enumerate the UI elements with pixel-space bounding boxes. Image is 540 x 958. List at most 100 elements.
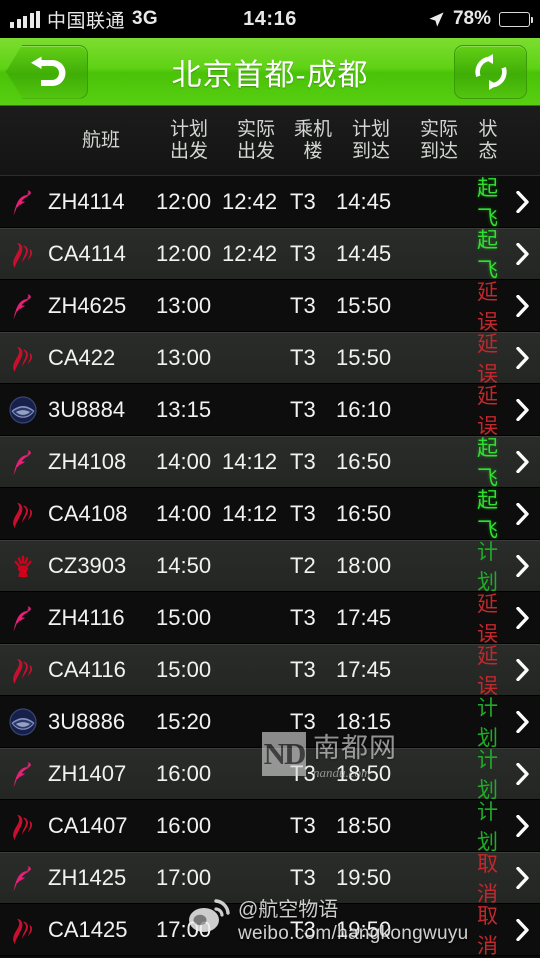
flight-number: CZ3903 — [48, 552, 127, 578]
signal-bars-icon — [10, 10, 40, 28]
air-china-logo — [0, 343, 46, 373]
shenzhen-airlines-logo — [0, 759, 46, 789]
chevron-right-icon — [515, 450, 529, 473]
header-planned-departure-line1: 计划 — [169, 118, 208, 140]
location-arrow-icon — [429, 11, 444, 27]
chevron-right-icon — [515, 346, 529, 369]
status-badge: 起飞 — [477, 228, 498, 282]
row-disclosure-chevron[interactable] — [504, 918, 540, 941]
terminal-label: T3 — [290, 760, 316, 786]
flight-number: CA4116 — [48, 656, 126, 682]
planned-arrival-time: 16:10 — [336, 396, 392, 422]
row-disclosure-chevron[interactable] — [504, 398, 540, 421]
header-planned-departure: 计划 出发 — [156, 119, 222, 163]
planned-departure-time: 16:00 — [156, 812, 212, 838]
chevron-right-icon — [515, 242, 529, 265]
flight-row[interactable]: CA422 13:00 T3 15:50 延误 — [0, 332, 540, 386]
flight-list: ZH4114 12:00 12:42 T3 14:45 起飞 CA4114 12:00 12:4… — [0, 176, 540, 958]
battery-percent-label: 78% — [452, 8, 491, 29]
planned-arrival-time: 18:00 — [336, 552, 392, 578]
row-disclosure-chevron[interactable] — [504, 658, 540, 681]
header-planned-arrival: 计划 到达 — [336, 119, 406, 163]
flight-row[interactable]: ZH4108 14:00 14:12 T3 16:50 起飞 — [0, 436, 540, 490]
flight-number: CA422 — [48, 344, 116, 370]
terminal-label: T3 — [290, 864, 316, 890]
header-status: 状态 — [478, 118, 498, 162]
planned-departure-time: 13:00 — [156, 344, 212, 370]
row-disclosure-chevron[interactable] — [504, 606, 540, 629]
sichuan-airlines-logo — [0, 707, 46, 737]
terminal-label: T2 — [290, 552, 316, 578]
planned-departure-time: 14:00 — [156, 500, 212, 526]
status-badge: 取消 — [477, 852, 498, 906]
flight-row[interactable]: CA1425 17:00 T3 19:50 取消 — [0, 904, 540, 958]
status-badge: 起飞 — [477, 436, 498, 490]
flight-row[interactable]: ZH4116 15:00 T3 17:45 延误 — [0, 592, 540, 646]
planned-arrival-time: 18:50 — [336, 760, 392, 786]
planned-departure-time: 14:00 — [156, 448, 212, 474]
row-disclosure-chevron[interactable] — [504, 502, 540, 525]
row-disclosure-chevron[interactable] — [504, 190, 540, 213]
planned-arrival-time: 18:50 — [336, 812, 392, 838]
flight-number: CA4108 — [48, 500, 128, 526]
planned-arrival-time: 19:50 — [336, 864, 392, 890]
flight-row[interactable]: ZH4114 12:00 12:42 T3 14:45 起飞 — [0, 176, 540, 230]
planned-arrival-time: 15:50 — [336, 344, 392, 370]
chevron-right-icon — [515, 294, 529, 317]
planned-departure-time: 15:00 — [156, 604, 212, 630]
planned-departure-time: 15:20 — [156, 708, 212, 734]
flight-row[interactable]: CA4114 12:00 12:42 T3 14:45 起飞 — [0, 228, 540, 282]
back-button[interactable] — [6, 44, 88, 99]
row-disclosure-chevron[interactable] — [504, 346, 540, 369]
chevron-right-icon — [515, 710, 529, 733]
refresh-icon — [474, 53, 507, 90]
header-planned-arrival-line1: 计划 — [351, 118, 390, 140]
planned-departure-time: 13:00 — [156, 292, 212, 318]
header-actual-departure-line1: 实际 — [236, 118, 275, 140]
flight-row[interactable]: CA4116 15:00 T3 17:45 延误 — [0, 644, 540, 698]
navigation-bar: 北京首都-成都 — [0, 38, 540, 106]
flight-row[interactable]: 3U8886 15:20 T3 18:15 计划 — [0, 696, 540, 750]
planned-departure-time: 12:00 — [156, 188, 212, 214]
planned-arrival-time: 14:45 — [336, 240, 392, 266]
row-disclosure-chevron[interactable] — [504, 242, 540, 265]
flight-row[interactable]: ZH1425 17:00 T3 19:50 取消 — [0, 852, 540, 906]
planned-departure-time: 13:15 — [156, 396, 212, 422]
status-badge: 计划 — [477, 748, 498, 802]
flight-number: ZH4108 — [48, 448, 127, 474]
planned-departure-time: 14:50 — [156, 552, 212, 578]
header-terminal-line1: 乘机 — [293, 118, 332, 140]
flight-row[interactable]: 3U8884 13:15 T3 16:10 延误 — [0, 384, 540, 438]
actual-departure-time: 14:12 — [222, 448, 278, 474]
flight-number: 3U8886 — [48, 708, 126, 734]
flight-row[interactable]: CA1407 16:00 T3 18:50 计划 — [0, 800, 540, 854]
planned-arrival-time: 17:45 — [336, 604, 392, 630]
terminal-label: T3 — [290, 708, 316, 734]
terminal-label: T3 — [290, 656, 316, 682]
planned-arrival-time: 14:45 — [336, 188, 392, 214]
chevron-right-icon — [515, 658, 529, 681]
row-disclosure-chevron[interactable] — [504, 450, 540, 473]
back-arrow-icon — [31, 56, 66, 86]
row-disclosure-chevron[interactable] — [504, 710, 540, 733]
planned-departure-time: 15:00 — [156, 656, 212, 682]
row-disclosure-chevron[interactable] — [504, 294, 540, 317]
status-badge: 延误 — [477, 644, 498, 698]
chevron-right-icon — [515, 554, 529, 577]
refresh-button[interactable] — [454, 44, 527, 99]
status-bar-left: 中国联通 3G — [10, 6, 158, 33]
row-disclosure-chevron[interactable] — [504, 866, 540, 889]
terminal-label: T3 — [290, 188, 316, 214]
chevron-right-icon — [515, 606, 529, 629]
row-disclosure-chevron[interactable] — [504, 814, 540, 837]
header-actual-arrival: 实际 到达 — [406, 119, 472, 163]
battery-icon — [499, 11, 534, 27]
flight-row[interactable]: ZH1407 16:00 T3 18:50 计划 — [0, 748, 540, 802]
flight-row[interactable]: CA4108 14:00 14:12 T3 16:50 起飞 — [0, 488, 540, 542]
row-disclosure-chevron[interactable] — [504, 762, 540, 785]
flight-row[interactable]: CZ3903 14:50 T2 18:00 计划 — [0, 540, 540, 594]
flight-row[interactable]: ZH4625 13:00 T3 15:50 延误 — [0, 280, 540, 334]
flight-number: ZH1407 — [48, 760, 127, 786]
status-badge: 延误 — [477, 592, 498, 646]
row-disclosure-chevron[interactable] — [504, 554, 540, 577]
